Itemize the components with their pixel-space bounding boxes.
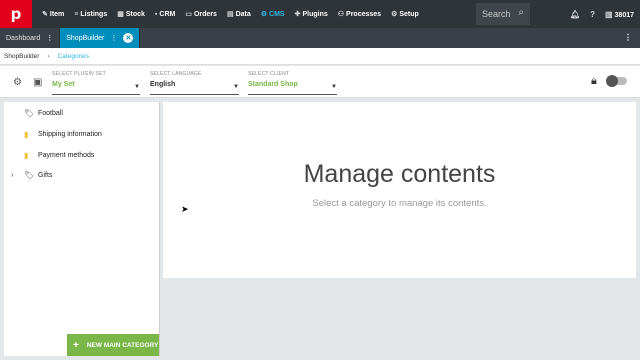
chevron-right-icon[interactable]: ›: [11, 172, 13, 179]
nav-item-stock[interactable]: ▦ Stock: [117, 10, 145, 19]
nav-item-data[interactable]: ▤ Data: [226, 10, 251, 19]
breadcrumb-categories[interactable]: Categories: [58, 53, 89, 60]
listings-icon: ≡: [74, 10, 79, 18]
nav-item-plugins[interactable]: ✚ Plugins: [294, 10, 328, 19]
page-title: Manage contents: [303, 160, 496, 188]
cms-icon: ⚙: [260, 11, 268, 18]
tag-icon: 🏷︎: [24, 170, 35, 180]
tab-shopbuilder[interactable]: ShopBuilder ⋮ ✕: [60, 28, 141, 48]
tree-item-shipping-information[interactable]: ▮ Shipping information: [4, 127, 160, 141]
bell-icon[interactable]: 🔔︎: [570, 10, 580, 19]
gear-icon: ⚙: [391, 11, 398, 18]
client-select[interactable]: SELECT CLIENT Standard Shop ▼: [248, 71, 337, 95]
settings-gear-icon[interactable]: ⚙: [13, 77, 22, 88]
nav-item-setup[interactable]: ⚙ Setup: [391, 10, 419, 19]
category-table-icon[interactable]: ▣: [33, 77, 42, 88]
caret-down-icon: ▼: [134, 84, 140, 90]
stock-icon: ▦: [117, 11, 124, 18]
tab-menu-icon[interactable]: ⋮: [110, 34, 117, 42]
nav-item-processes[interactable]: ⚇ Processes: [337, 10, 381, 19]
nav-item-listings[interactable]: ≡ Listings: [74, 11, 107, 18]
caret-down-icon: ▼: [233, 84, 239, 90]
plugins-icon: ✚: [294, 11, 301, 18]
caret-down-icon: ▼: [331, 84, 337, 90]
language-select[interactable]: SELECT LANGUAGE English ▼: [150, 71, 239, 95]
main-menu: ✎ Item ≡ Listings ▦ Stock ▪ CRM ▭ Orders ▤ Dat…: [42, 0, 429, 28]
folder-icon: ▮: [24, 150, 29, 160]
breadcrumb-shopbuilder[interactable]: ShopBuilder: [4, 53, 39, 60]
tree-item-payment-methods[interactable]: ▮ Payment methods: [4, 148, 160, 162]
filter-bar: ⚙ ▣ SELECT PLUGIN SET My Set ▼ SELECT LA…: [0, 66, 640, 98]
category-tree-panel: 🏷︎ Football ▮ Shipping information ▮ Pay…: [4, 102, 160, 356]
chevron-right-icon: ›: [47, 52, 50, 60]
breadcrumb: ShopBuilder › Categories: [0, 48, 640, 65]
more-vertical-icon[interactable]: ⋮: [624, 33, 632, 42]
nav-item-cms[interactable]: ⚙ CMS: [260, 10, 285, 19]
search-icon[interactable]: ⌕: [518, 7, 524, 18]
content-area: Manage contents Select a category to man…: [163, 102, 636, 278]
nav-item-crm[interactable]: ▪ CRM: [155, 11, 175, 18]
new-main-category-button[interactable]: + NEW MAIN CATEGORY: [67, 334, 159, 356]
building-icon: ▥: [605, 9, 613, 19]
search-input[interactable]: Search ⌕: [476, 3, 530, 25]
user-account[interactable]: ▥ 38017: [605, 10, 634, 19]
tag-icon: 🏷︎: [24, 108, 35, 118]
page-subtitle: Select a category to manage its contents…: [312, 198, 487, 209]
lock-icon[interactable]: 🔒︎: [591, 75, 597, 88]
tab-dashboard[interactable]: Dashboard ⋮: [0, 28, 61, 48]
tab-bar: Dashboard ⋮ ShopBuilder ⋮ ✕ ⋮: [0, 28, 640, 48]
top-navigation-bar: p ✎ Item ≡ Listings ▦ Stock ▪ CRM ▭ Orders ▤ D…: [0, 0, 640, 28]
crm-icon: ▪: [154, 10, 158, 18]
tree-item-gifts[interactable]: › 🏷︎ Gifts: [4, 168, 160, 182]
data-icon: ▤: [226, 11, 234, 18]
nav-item-orders[interactable]: ▭ Orders: [185, 10, 217, 19]
plus-icon: +: [73, 339, 79, 351]
pencil-icon: ✎: [42, 11, 48, 18]
plentymarkets-logo[interactable]: p: [0, 0, 32, 28]
mouse-cursor-icon: ➤: [181, 204, 189, 214]
help-icon[interactable]: ?: [590, 10, 595, 19]
tab-menu-icon[interactable]: ⋮: [46, 34, 53, 42]
lock-toggle[interactable]: [606, 75, 627, 87]
close-icon[interactable]: ✕: [123, 33, 134, 43]
plugin-set-select[interactable]: SELECT PLUGIN SET My Set ▼: [52, 71, 140, 95]
nav-item-item[interactable]: ✎ Item: [42, 10, 64, 19]
orders-icon: ▭: [185, 11, 192, 18]
processes-icon: ⚇: [337, 11, 345, 18]
folder-icon: ▮: [24, 129, 29, 139]
top-right-tools: 🔔︎ ? ▥ 38017: [570, 0, 634, 28]
toggle-knob: [606, 75, 618, 87]
tree-item-football[interactable]: 🏷︎ Football: [4, 106, 160, 120]
